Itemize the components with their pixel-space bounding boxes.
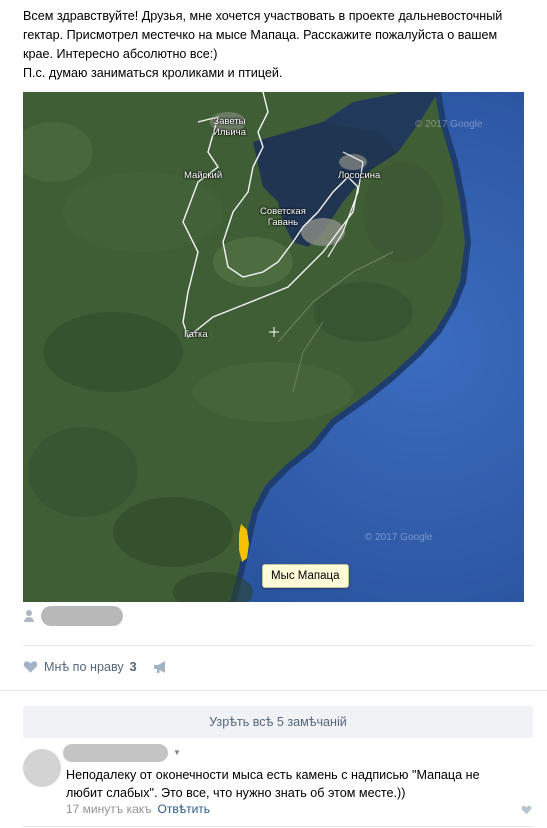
post-author[interactable] — [23, 604, 123, 628]
post-text-line: Всем здравствуйте! Друзья, мне хочется у… — [23, 9, 503, 23]
cape-tooltip: Мыс Мапаца — [262, 564, 349, 588]
divider — [23, 826, 533, 827]
comment-meta: 17 минутъ какъ Отвѣтить — [66, 802, 210, 816]
map-label-gatka: Гатка — [184, 329, 208, 340]
comment-text-line: любит слабых". Это все, что нужно знать … — [66, 786, 406, 800]
comment-time[interactable]: 17 минутъ какъ — [66, 802, 152, 816]
post-text-line: крае. Интересно абсолютно все:) — [23, 47, 218, 61]
map-watermark: © 2017 Google — [365, 532, 433, 543]
chevron-down-icon[interactable]: ▼ — [173, 748, 181, 757]
comment-text: Неподалеку от оконечности мыса есть каме… — [66, 766, 526, 802]
show-all-comments-label: Узрѣть всѣ 5 замѣчаній — [209, 715, 347, 729]
heart-icon[interactable] — [23, 660, 38, 674]
avatar[interactable] — [23, 749, 61, 787]
divider — [0, 690, 547, 691]
post-text-line: гектар. Присмотрел местечко на мысе Мапа… — [23, 28, 498, 42]
author-name-redacted[interactable] — [41, 606, 123, 626]
person-icon — [23, 609, 35, 623]
like-count[interactable]: 3 — [130, 660, 137, 674]
map-watermark: © 2017 Google — [415, 119, 483, 130]
reply-link[interactable]: Отвѣтить — [158, 802, 211, 816]
comment-item: ▼ Неподалеку от оконечности мыса есть ка… — [23, 744, 533, 824]
satellite-map-image[interactable]: Заветы Ильича Майский Лососина Советская… — [23, 92, 524, 602]
show-all-comments-button[interactable]: Узрѣть всѣ 5 замѣчаній — [23, 706, 533, 738]
map-label-lososina: Лососина — [338, 170, 381, 181]
megaphone-icon[interactable] — [153, 660, 169, 674]
commenter-name-redacted[interactable] — [63, 744, 168, 762]
map-graphic — [23, 92, 524, 602]
heart-icon[interactable] — [521, 805, 532, 815]
post-text: Всем здравствуйте! Друзья, мне хочется у… — [23, 7, 533, 83]
like-button[interactable]: Мнѣ по нраву — [44, 660, 124, 674]
post-text-line: П.с. думаю заниматься кроликами и птицей… — [23, 66, 283, 80]
comment-text-line: Неподалеку от оконечности мыса есть каме… — [66, 768, 480, 782]
post-actions: Мнѣ по нраву 3 — [23, 657, 169, 677]
map-label-maysky: Майский — [184, 170, 223, 181]
map-label-sovgavan: Советская Гавань — [260, 206, 306, 228]
map-label-zavety: Заветы Ильича — [213, 116, 246, 138]
post-page: Всем здравствуйте! Друзья, мне хочется у… — [0, 0, 547, 828]
divider — [23, 645, 533, 646]
